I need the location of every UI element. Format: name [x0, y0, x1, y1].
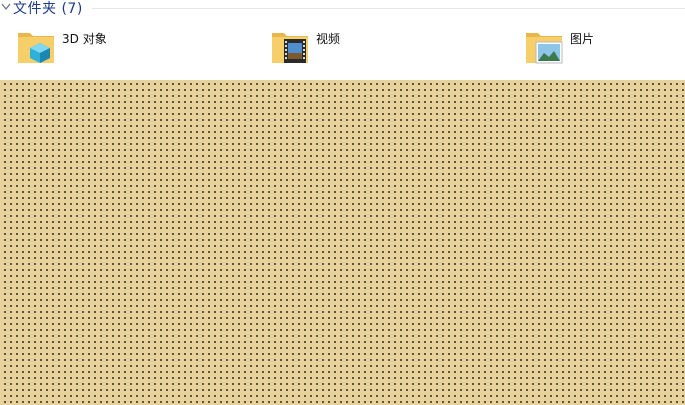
folder-videos[interactable]: 视频 — [270, 27, 340, 67]
folder-label: 图片 — [570, 32, 595, 46]
folder-pictures[interactable]: 图片 — [524, 27, 594, 67]
chevron-down-icon[interactable] — [1, 3, 11, 11]
dotted-overlay — [0, 80, 685, 405]
videos-folder-icon — [270, 27, 310, 67]
group-title: 文件夹 (7) — [13, 1, 83, 17]
folders-group-header[interactable]: 文件夹 (7) — [0, 0, 685, 18]
pictures-folder-icon — [524, 27, 564, 67]
3d-objects-folder-icon — [16, 27, 56, 67]
folder-label: 视频 — [316, 32, 341, 46]
folder-3d-objects[interactable]: 3D 对象 — [16, 27, 107, 67]
folder-label: 3D 对象 — [62, 32, 107, 46]
group-divider — [92, 8, 685, 9]
